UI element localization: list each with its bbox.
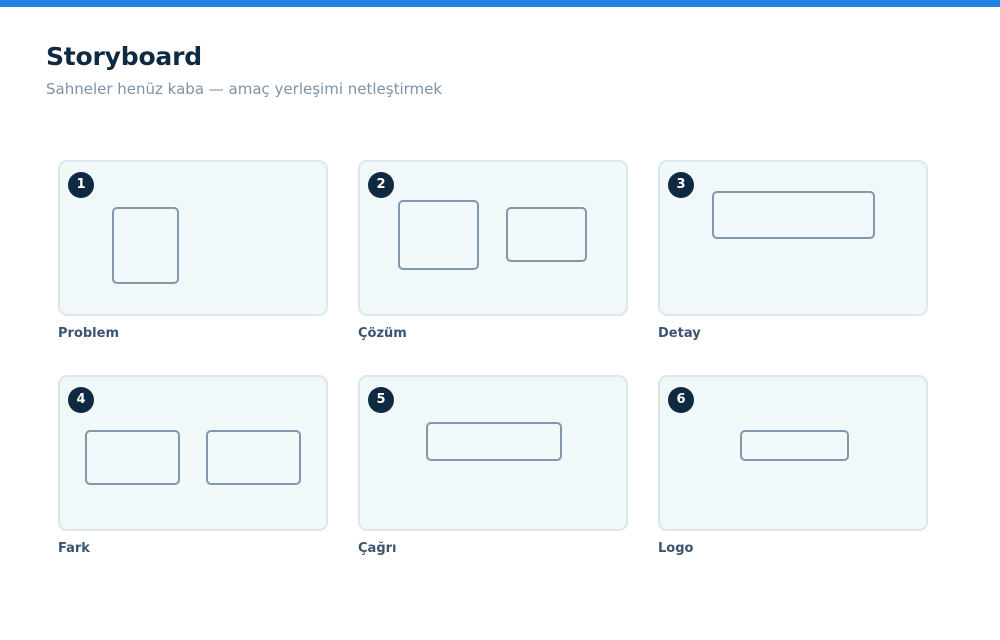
scene-number-badge: 3 bbox=[668, 172, 694, 198]
top-accent-bar bbox=[0, 0, 1000, 7]
placeholder-box bbox=[740, 430, 849, 461]
placeholder-box bbox=[426, 422, 562, 461]
scene-number-badge: 5 bbox=[368, 387, 394, 413]
scene-frame: 4 bbox=[58, 375, 328, 531]
scene-number-badge: 2 bbox=[368, 172, 394, 198]
scene-label: Çağrı bbox=[358, 541, 397, 556]
scene-frame: 3 bbox=[658, 160, 928, 316]
scene-frame: 5 bbox=[358, 375, 628, 531]
scene-card-2[interactable]: 2 Çözüm bbox=[358, 160, 628, 341]
scene-frame: 6 bbox=[658, 375, 928, 531]
placeholder-box bbox=[712, 191, 875, 239]
scene-card-5[interactable]: 5 Çağrı bbox=[358, 375, 628, 556]
page-title: Storyboard bbox=[46, 42, 202, 71]
scene-card-3[interactable]: 3 Detay bbox=[658, 160, 928, 341]
placeholder-box bbox=[506, 207, 587, 262]
scene-number-badge: 1 bbox=[68, 172, 94, 198]
scene-card-4[interactable]: 4 Fark bbox=[58, 375, 328, 556]
placeholder-box bbox=[206, 430, 301, 485]
placeholder-box bbox=[112, 207, 179, 284]
scene-label: Logo bbox=[658, 541, 694, 556]
scene-label: Çözüm bbox=[358, 326, 407, 341]
page-subtitle: Sahneler henüz kaba — amaç yerleşimi net… bbox=[46, 80, 443, 98]
scene-card-6[interactable]: 6 Logo bbox=[658, 375, 928, 556]
scene-number-badge: 4 bbox=[68, 387, 94, 413]
scene-card-1[interactable]: 1 Problem bbox=[58, 160, 328, 341]
scene-frame: 1 bbox=[58, 160, 328, 316]
scene-frame: 2 bbox=[358, 160, 628, 316]
scene-label: Detay bbox=[658, 326, 701, 341]
scene-number-badge: 6 bbox=[668, 387, 694, 413]
scene-label: Problem bbox=[58, 326, 119, 341]
scene-label: Fark bbox=[58, 541, 90, 556]
placeholder-box bbox=[398, 200, 479, 270]
placeholder-box bbox=[85, 430, 180, 485]
